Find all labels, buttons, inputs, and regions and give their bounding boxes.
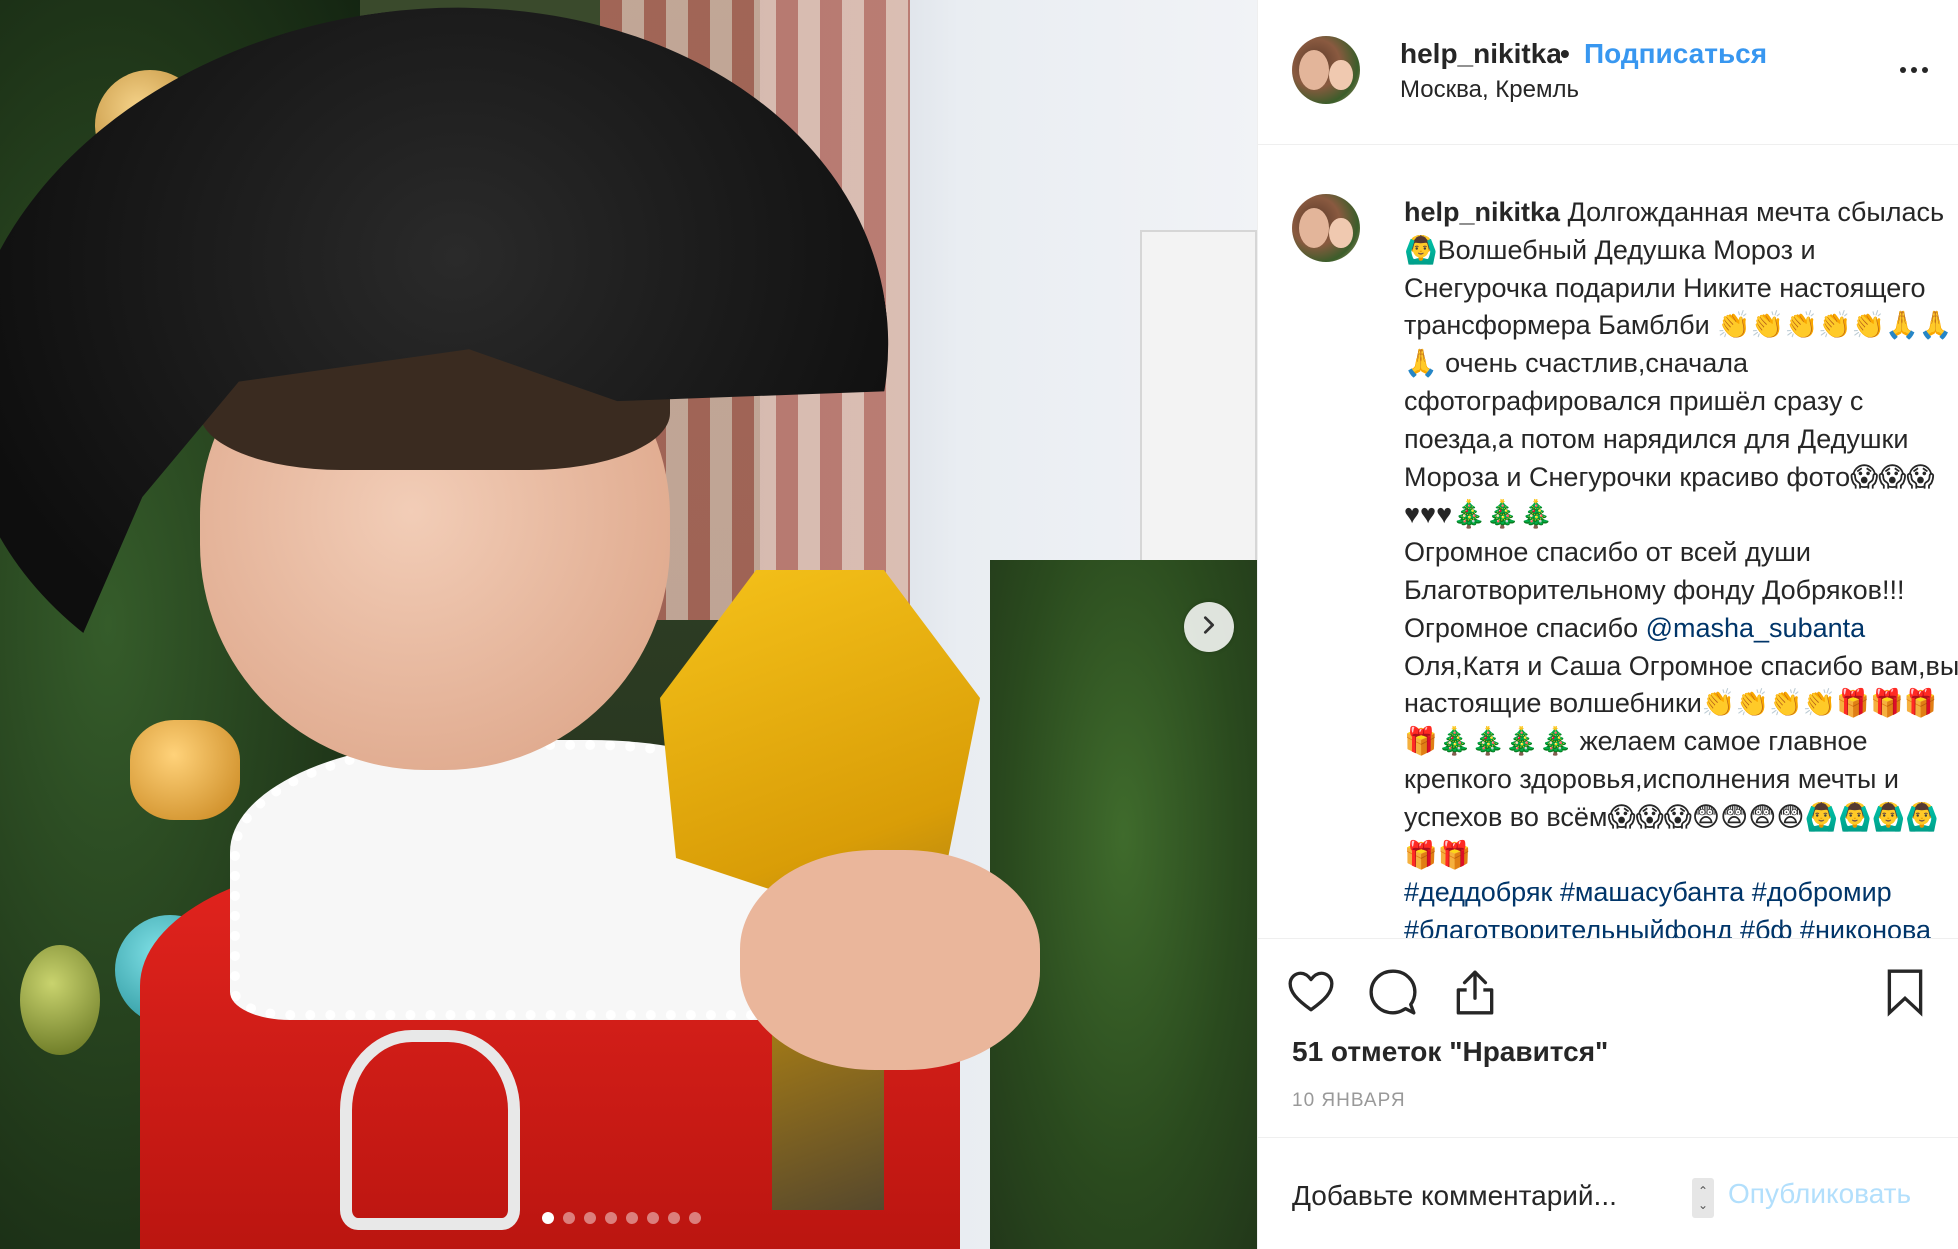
caption-username[interactable]: help_nikitka xyxy=(1404,197,1560,227)
more-options-icon[interactable] xyxy=(1894,50,1934,90)
comment-button[interactable] xyxy=(1366,967,1420,1021)
chevron-right-icon xyxy=(1198,614,1220,641)
hashtags[interactable]: #деддобряк #машасубанта #добромир #благо… xyxy=(1404,877,1958,938)
carousel-next-button[interactable] xyxy=(1184,602,1234,652)
carousel-dot xyxy=(647,1212,659,1224)
tree-ornament xyxy=(20,945,100,1055)
header-separator: • xyxy=(1560,38,1570,69)
likes-count[interactable]: 51 отметок "Нравится" xyxy=(1292,1036,1608,1068)
background-radiator xyxy=(1140,230,1257,610)
header-username[interactable]: help_nikitka xyxy=(1400,38,1562,70)
caption-text: Долгожданная мечта сбылась🙆‍♂️Волшебный … xyxy=(1404,197,1953,643)
carousel-dot xyxy=(542,1212,554,1224)
location-link[interactable]: Москва, Кремль xyxy=(1400,76,1579,104)
carousel-dot xyxy=(584,1212,596,1224)
share-button[interactable] xyxy=(1448,967,1502,1021)
child-hand xyxy=(740,850,1040,1070)
caption-area: help_nikitka Долгожданная мечта сбылась🙆… xyxy=(1258,146,1958,938)
background-plant xyxy=(990,560,1257,1249)
carousel-dot xyxy=(563,1212,575,1224)
resize-stepper-icon: ⌃ ⌄ xyxy=(1692,1178,1714,1218)
caption-text: Оля,Катя и Саша Огромное спасибо вам,вы … xyxy=(1404,650,1958,870)
post-date[interactable]: 10 ЯНВАРЯ xyxy=(1292,1090,1406,1112)
mention-link[interactable]: @masha_subanta xyxy=(1646,613,1866,643)
post-header: help_nikitka • Подписаться Москва, Кремл… xyxy=(1258,0,1958,145)
carousel-dot xyxy=(668,1212,680,1224)
comment-input[interactable] xyxy=(1292,1176,1712,1216)
instagram-post: help_nikitka • Подписаться Москва, Кремл… xyxy=(0,0,1958,1249)
follow-button[interactable]: Подписаться xyxy=(1584,38,1767,70)
share-icon xyxy=(1450,967,1500,1022)
carousel-dot xyxy=(626,1212,638,1224)
post-actions xyxy=(1258,938,1958,1038)
heart-icon xyxy=(1286,967,1336,1022)
bookmark-icon xyxy=(1880,967,1930,1022)
carousel-indicator xyxy=(542,1212,701,1224)
carousel-dot xyxy=(689,1212,701,1224)
post-caption: help_nikitka Долгожданная мечта сбылась🙆… xyxy=(1404,194,1958,938)
tree-ornament xyxy=(130,720,240,820)
carousel-dot xyxy=(605,1212,617,1224)
comment-bar: ⌃⌄ Опубликовать xyxy=(1258,1137,1958,1249)
comment-icon xyxy=(1368,967,1418,1022)
post-side-panel: help_nikitka • Подписаться Москва, Кремл… xyxy=(1257,0,1958,1249)
like-button[interactable] xyxy=(1284,967,1338,1021)
caption-avatar[interactable] xyxy=(1292,194,1360,262)
publish-button[interactable]: Опубликовать xyxy=(1728,1178,1911,1210)
avatar[interactable] xyxy=(1292,36,1360,104)
post-photo[interactable] xyxy=(0,0,1257,1249)
costume-emblem xyxy=(340,1030,520,1230)
save-button[interactable] xyxy=(1878,967,1932,1021)
